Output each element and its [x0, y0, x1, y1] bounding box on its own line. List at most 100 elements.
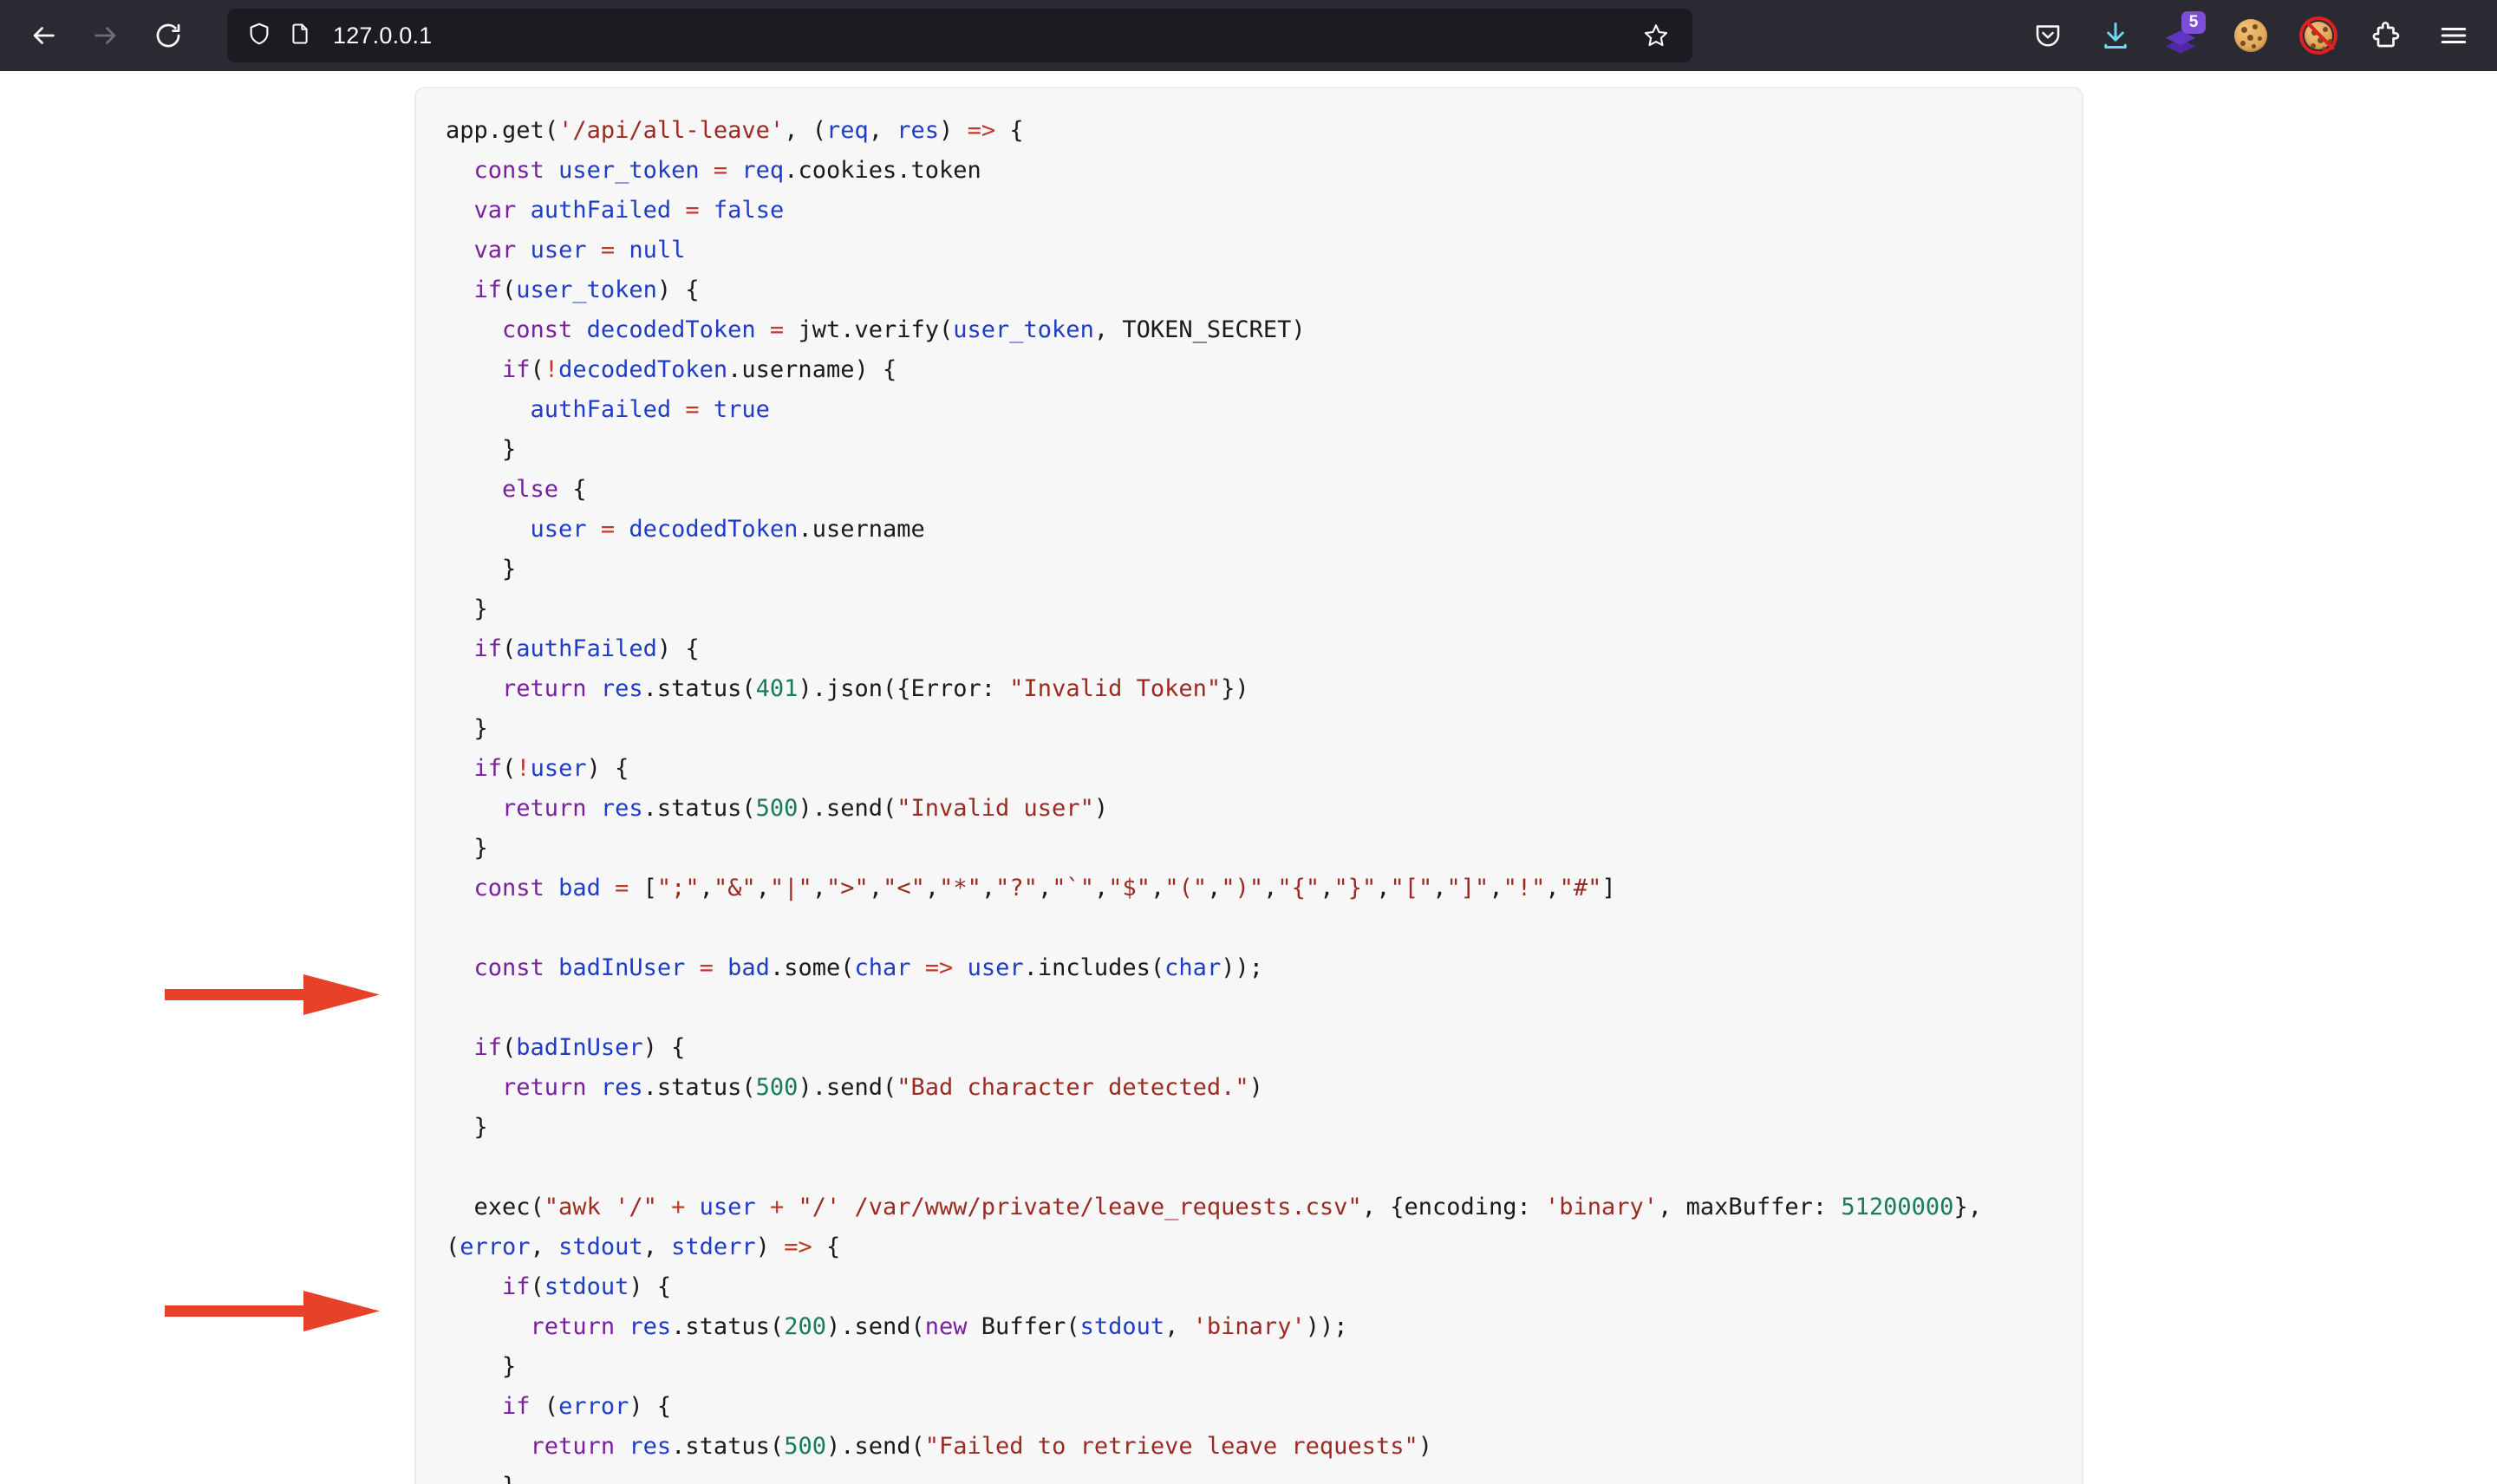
code-token: }: [446, 436, 517, 463]
code-token: .status(: [642, 795, 756, 822]
code-token: ) {: [586, 755, 629, 782]
back-button[interactable]: [16, 8, 71, 63]
code-token: res: [629, 1313, 672, 1340]
code-token: ): [1418, 1433, 1432, 1460]
code-token: ,: [1263, 875, 1278, 901]
code-token: return: [530, 1433, 616, 1460]
code-token: ,: [1432, 875, 1447, 901]
code-token: (: [446, 1233, 460, 1260]
code-token: "`": [1052, 875, 1094, 901]
code-token: },: [1953, 1194, 1982, 1220]
hamburger-menu-icon[interactable]: [2429, 11, 2478, 60]
code-token: ,: [1489, 875, 1503, 901]
code-block: app.get('/api/all-leave', (req, res) => …: [414, 87, 2083, 1484]
cookie-blocked-icon[interactable]: [2294, 11, 2343, 60]
cookie-icon[interactable]: [2226, 11, 2275, 60]
code-token: "Bad character detected.": [896, 1074, 1249, 1101]
code-token: return: [502, 675, 587, 702]
code-token: "|": [769, 875, 812, 901]
code-token: ";": [656, 875, 700, 901]
code-token: bad: [727, 954, 770, 981]
download-icon[interactable]: [2091, 11, 2140, 60]
code-token: ));: [1221, 954, 1263, 981]
code-token: !: [516, 755, 531, 782]
shield-icon[interactable]: [246, 21, 272, 51]
code-token: user: [530, 516, 587, 543]
code-token: ).json({Error:: [798, 675, 1010, 702]
code-token: =: [685, 197, 700, 224]
code-token: , maxBuffer:: [1658, 1194, 1842, 1220]
layers-extension-icon[interactable]: 5: [2159, 11, 2207, 60]
code-token: const: [473, 875, 544, 901]
code-token: "}": [1333, 875, 1377, 901]
code-token: true: [713, 396, 770, 423]
code-token: authFailed: [530, 197, 672, 224]
code-token: "*": [939, 875, 981, 901]
code-token: req: [741, 157, 785, 184]
code-token: (: [530, 1273, 544, 1300]
code-token: ,: [924, 875, 940, 901]
page-icon[interactable]: [288, 22, 312, 50]
code-token: }: [446, 596, 488, 622]
code-token: 500: [755, 795, 799, 822]
code-token: "Invalid Token": [1009, 675, 1222, 702]
code-token: .status(: [642, 1074, 756, 1101]
bookmark-star-icon[interactable]: [1635, 15, 1677, 56]
code-token: ,: [868, 875, 883, 901]
code-token: "Invalid user": [896, 795, 1094, 822]
address-bar[interactable]: 127.0.0.1: [227, 9, 1692, 62]
code-token: =: [699, 954, 714, 981]
reload-button[interactable]: [140, 8, 196, 63]
code-token: decodedToken: [558, 356, 728, 383]
code-token: new: [924, 1313, 968, 1340]
code-token: "Failed to retrieve leave requests": [924, 1433, 1418, 1460]
code-token: +: [769, 1194, 785, 1220]
code-token: "/' /var/www/private/leave_requests.csv": [798, 1194, 1362, 1220]
code-token: {: [812, 1233, 841, 1260]
code-token: =: [713, 157, 728, 184]
code-token: =>: [967, 117, 996, 144]
code-token: authFailed: [516, 635, 657, 662]
forward-button[interactable]: [78, 8, 134, 63]
code-token: ,: [1151, 875, 1165, 901]
navigation-buttons: [16, 8, 196, 63]
url-text[interactable]: 127.0.0.1: [333, 23, 1635, 49]
address-bar-container: 127.0.0.1: [227, 9, 1692, 62]
code-token: ): [755, 1233, 785, 1260]
code-token: {: [995, 117, 1024, 144]
code-token: ,: [981, 875, 996, 901]
code-token: if: [502, 1393, 531, 1420]
extensions-puzzle-icon[interactable]: [2362, 11, 2410, 60]
code-token: user: [530, 237, 587, 264]
source-code: app.get('/api/all-leave', (req, res) => …: [446, 111, 2052, 1484]
code-token: =: [600, 516, 616, 543]
code-token: ,: [1207, 875, 1222, 901]
code-token: ): [939, 117, 968, 144]
code-token: ): [1248, 1074, 1263, 1101]
code-token: badInUser: [558, 954, 686, 981]
pocket-icon[interactable]: [2024, 11, 2072, 60]
code-token: ).send(: [825, 1313, 925, 1340]
code-token: .username) {: [727, 356, 897, 383]
code-token: ,: [1037, 875, 1053, 901]
code-token: +: [671, 1194, 686, 1220]
code-token: ): [1093, 795, 1109, 822]
code-token: error: [460, 1233, 531, 1260]
code-token: const: [502, 316, 573, 343]
